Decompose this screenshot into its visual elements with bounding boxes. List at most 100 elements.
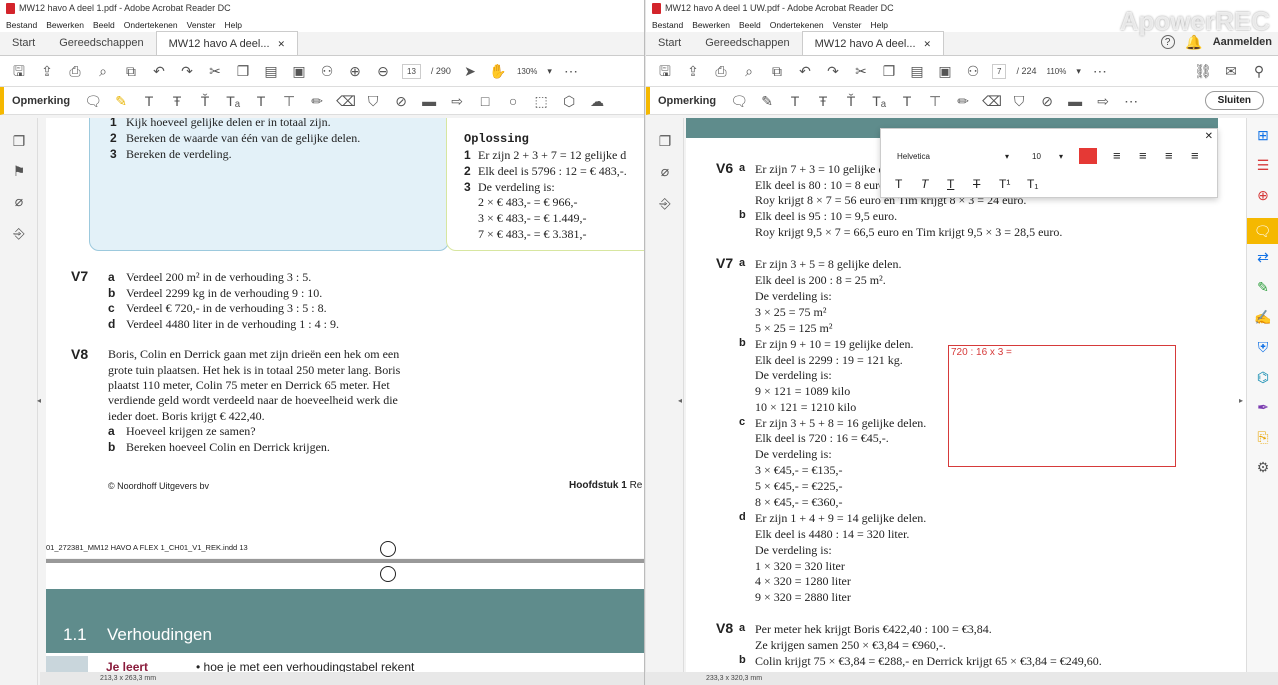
polygon-icon[interactable]: ⬡ xyxy=(560,94,578,108)
link-icon[interactable]: ⛓ xyxy=(1194,64,1212,78)
attach-icon[interactable]: ⊘ xyxy=(392,94,410,108)
underline-icon[interactable]: T xyxy=(947,177,954,191)
more-icon[interactable]: ⋯ xyxy=(562,64,580,78)
protect-icon[interactable]: ⛨ xyxy=(1254,340,1272,354)
undo-icon[interactable]: ↶ xyxy=(150,64,168,78)
scan-ocr-icon[interactable]: ⌬ xyxy=(1254,370,1272,384)
arrow-icon[interactable]: ⇨ xyxy=(1094,94,1112,108)
line-icon[interactable]: ▬ xyxy=(1066,94,1084,108)
subscript-icon[interactable]: T₁ xyxy=(1027,177,1038,191)
search-icon[interactable]: ⌕ xyxy=(740,64,758,78)
send-signature-icon[interactable]: ✒ xyxy=(1254,400,1272,414)
menu-venster[interactable]: Venster xyxy=(187,20,216,30)
find-icon[interactable]: ⧉ xyxy=(122,64,140,78)
tab-document[interactable]: MW12 havo A deel... ✕ xyxy=(801,31,945,55)
text-icon[interactable]: T xyxy=(898,94,916,108)
save-icon[interactable]: 🖫 xyxy=(656,64,674,78)
textbox-icon[interactable]: ⊤ xyxy=(926,94,944,108)
tab-tools[interactable]: Gereedschappen xyxy=(693,31,801,55)
strikethrough-format-icon[interactable]: T xyxy=(973,177,980,191)
menu-bestand[interactable]: Bestand xyxy=(6,20,37,30)
superscript-icon[interactable]: T¹ xyxy=(999,177,1010,191)
snapshot-icon[interactable]: ▣ xyxy=(936,64,954,78)
tab-document[interactable]: MW12 havo A deel... ✕ xyxy=(155,31,299,55)
binoculars-icon[interactable]: ⚇ xyxy=(964,64,982,78)
align-center-icon[interactable]: ≡ xyxy=(1165,148,1173,163)
menu-beeld[interactable]: Beeld xyxy=(93,20,115,30)
signature-panel-icon[interactable]: ⎆ xyxy=(656,196,674,210)
copy-icon[interactable]: ❐ xyxy=(880,64,898,78)
page-number-input[interactable]: 13 xyxy=(402,63,421,79)
font-family-select[interactable]: Helvetica xyxy=(897,152,930,161)
zoom-dropdown-icon[interactable]: ▾ xyxy=(1076,66,1081,77)
edit-pdf-icon[interactable]: ✎ xyxy=(1254,280,1272,294)
tab-start[interactable]: Start xyxy=(646,31,693,55)
sticky-note-icon[interactable]: 🗨 xyxy=(730,94,748,108)
sign-in-link[interactable]: Aanmelden xyxy=(1213,36,1272,48)
align-left-icon[interactable]: ≡ xyxy=(1113,148,1121,163)
find-icon[interactable]: ⧉ xyxy=(768,64,786,78)
paste-icon[interactable]: ▤ xyxy=(908,64,926,78)
circle-icon[interactable]: ○ xyxy=(504,94,522,108)
more-tools-icon[interactable]: ⚙ xyxy=(1254,460,1272,474)
size-dropdown-icon[interactable]: ▾ xyxy=(1059,152,1063,161)
callout-icon[interactable]: ⬚ xyxy=(532,94,550,108)
search-icon[interactable]: ⌕ xyxy=(94,64,112,78)
line-icon[interactable]: ▬ xyxy=(420,94,438,108)
page-down-icon[interactable]: ⊖ xyxy=(374,64,392,78)
close-annotation-button[interactable]: Sluiten xyxy=(1204,91,1264,110)
page-number-input[interactable]: 7 xyxy=(992,63,1007,79)
text-color-swatch[interactable] xyxy=(1079,148,1097,164)
help-icon[interactable]: ? xyxy=(1160,35,1175,49)
rectangle-icon[interactable]: □ xyxy=(476,94,494,108)
binoculars-icon[interactable]: ⚇ xyxy=(318,64,336,78)
redo-icon[interactable]: ↷ xyxy=(824,64,842,78)
stamp-icon[interactable]: ⛉ xyxy=(364,94,382,108)
textbox-icon[interactable]: ⊤ xyxy=(280,94,298,108)
zoom-dropdown-icon[interactable]: ▾ xyxy=(547,66,552,77)
tab-tools[interactable]: Gereedschappen xyxy=(47,31,155,55)
combine-files-icon[interactable]: ⇄ xyxy=(1254,250,1272,264)
collapse-left-icon[interactable]: ◂ xyxy=(678,396,682,405)
menu-ondertekenen[interactable]: Ondertekenen xyxy=(770,20,824,30)
eraser-icon[interactable]: ⌫ xyxy=(336,94,356,108)
attachment-icon[interactable]: ⌀ xyxy=(10,194,28,208)
print-icon[interactable]: ⎙ xyxy=(712,64,730,78)
font-size-select[interactable]: 10 xyxy=(1032,152,1041,161)
page-up-icon[interactable]: ⊕ xyxy=(346,64,364,78)
pencil-icon[interactable]: ✏ xyxy=(308,94,326,108)
text-icon[interactable]: T xyxy=(252,94,270,108)
sticky-note-icon[interactable]: 🗨 xyxy=(84,94,102,108)
insert-text-icon[interactable]: Tₐ xyxy=(870,94,888,108)
highlight-icon[interactable]: ✎ xyxy=(758,94,776,108)
share-user-icon[interactable]: ⚲ xyxy=(1250,64,1268,78)
replace-text-icon[interactable]: Ť xyxy=(196,94,214,108)
pages-thumbnail-icon[interactable]: ❐ xyxy=(10,134,28,148)
strikethrough-icon[interactable]: Ŧ xyxy=(814,94,832,108)
select-cursor-icon[interactable]: ➤ xyxy=(461,64,479,78)
font-dropdown-icon[interactable]: ▾ xyxy=(1005,152,1009,161)
text-annotation-box[interactable]: 720 : 16 x 3 = xyxy=(948,345,1176,467)
email-icon[interactable]: ✉ xyxy=(1222,64,1240,78)
menu-beeld[interactable]: Beeld xyxy=(739,20,761,30)
tab-close-icon[interactable]: ✕ xyxy=(924,39,932,49)
collapse-left-icon[interactable]: ◂ xyxy=(37,396,41,405)
italic-icon[interactable]: T xyxy=(921,177,928,191)
cut-icon[interactable]: ✂ xyxy=(852,64,870,78)
signature-panel-icon[interactable]: ⎆ xyxy=(10,226,28,240)
notification-bell-icon[interactable]: 🔔 xyxy=(1185,35,1203,49)
upload-icon[interactable]: ⇪ xyxy=(38,64,56,78)
upload-icon[interactable]: ⇪ xyxy=(684,64,702,78)
pencil-icon[interactable]: ✏ xyxy=(954,94,972,108)
menu-ondertekenen[interactable]: Ondertekenen xyxy=(124,20,178,30)
tab-start[interactable]: Start xyxy=(0,31,47,55)
menu-help[interactable]: Help xyxy=(224,20,241,30)
bookmark-icon[interactable]: ⚑ xyxy=(10,164,28,178)
close-popup-icon[interactable]: ✕ xyxy=(1205,131,1213,142)
snapshot-icon[interactable]: ▣ xyxy=(290,64,308,78)
fill-sign-icon[interactable]: ✍ xyxy=(1254,310,1272,324)
menu-help[interactable]: Help xyxy=(870,20,887,30)
tab-close-icon[interactable]: ✕ xyxy=(278,39,286,49)
eraser-icon[interactable]: ⌫ xyxy=(982,94,1002,108)
stamp-icon[interactable]: ⛉ xyxy=(1010,94,1028,108)
